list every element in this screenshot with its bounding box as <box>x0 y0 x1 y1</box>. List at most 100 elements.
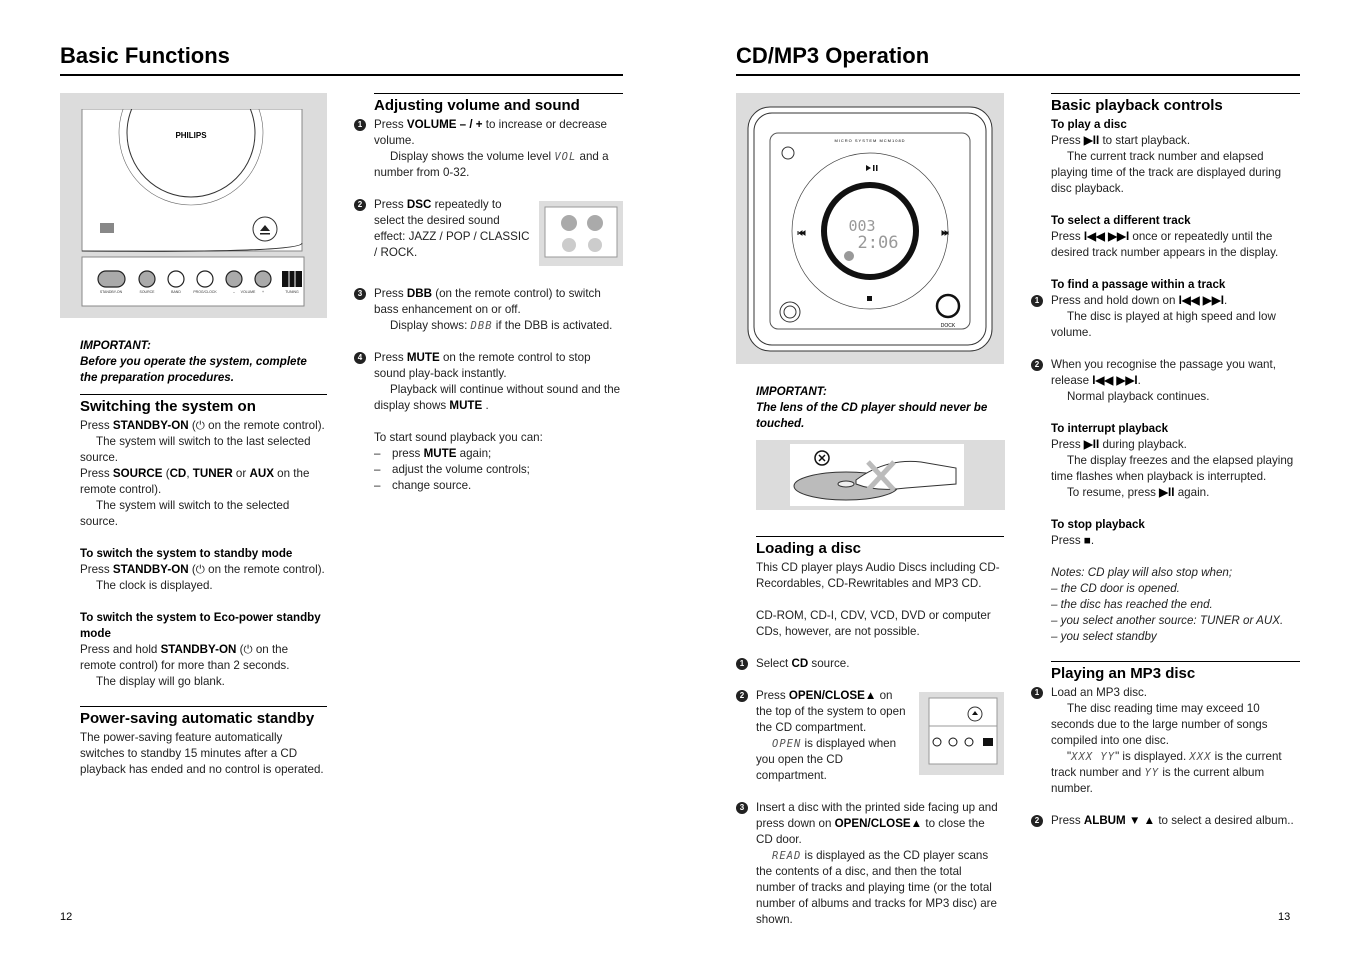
column-right-1: MICRO SYSTEM MCM108D 003 2:06 DOCK IMPORT… <box>736 93 1005 944</box>
bold-term: MUTE <box>449 399 483 412</box>
paragraph: Press I◀◀ ▶▶I once or repeatedly until t… <box>1051 229 1300 261</box>
list-item: adjust the volume controls; <box>374 462 623 478</box>
text-line: Press ■. <box>1051 534 1095 547</box>
important-notice: IMPORTANT: Before you operate the system,… <box>80 338 327 386</box>
bold-term: I◀◀ ▶▶I <box>1092 374 1138 387</box>
text-line: This CD player plays Audio Discs includi… <box>756 561 1000 590</box>
title-rule <box>736 74 1300 76</box>
numbered-step: 3 Press DBB (on the remote control) to sw… <box>354 286 623 334</box>
bold-term: OPEN/CLOSE▲ <box>788 689 877 702</box>
subheading: To find a passage within a track <box>1051 278 1226 291</box>
svg-text:–: – <box>233 290 235 294</box>
bold-term: I◀◀ ▶▶I <box>1083 230 1130 243</box>
bold-term: ■ <box>1083 534 1091 547</box>
bold-term: ALBUM ▼ ▲ <box>1083 814 1156 827</box>
display-readout: YY <box>1144 767 1160 779</box>
subheading: To select a different track <box>1051 214 1191 227</box>
svg-text:BAND: BAND <box>171 290 181 294</box>
numbered-step: 2 Press DSC repeatedly to select the des… <box>354 197 623 270</box>
text-line: Press ALBUM ▼ ▲ to select a desired albu… <box>1051 814 1294 827</box>
page-number-left: 12 <box>60 911 73 923</box>
text-line: Normal playback continues. <box>1067 390 1210 403</box>
subheading: To play a disc <box>1051 118 1127 131</box>
paragraph: Press STANDBY-ON (⏻ on the remote contro… <box>80 418 327 530</box>
bold-term: ▶II <box>1083 438 1100 451</box>
bold-term: CD <box>169 467 187 480</box>
text-line: Press I◀◀ ▶▶I once or repeatedly until t… <box>1051 230 1279 259</box>
text-line: Press DBB (on the remote control) to swi… <box>374 287 601 316</box>
text-line: Press STANDBY-ON (⏻ on the remote contro… <box>80 419 325 432</box>
bold-term: STANDBY-ON <box>160 643 237 656</box>
text-line: The system will switch to the selected s… <box>80 499 290 528</box>
svg-text:PROG/CLOCK: PROG/CLOCK <box>193 290 217 294</box>
page-title-left: Basic Functions <box>60 43 230 68</box>
section-heading: Playing an MP3 disc <box>1051 661 1300 683</box>
svg-text:DOCK: DOCK <box>941 323 956 329</box>
step-number-badge: 1 <box>354 119 366 131</box>
column-left-2: Adjusting volume and sound 1 Press VOLUME … <box>354 93 623 510</box>
notes: Notes: CD play will also stop when; – the… <box>1051 565 1300 645</box>
paragraph: CD-ROM, CD-I, CDV, VCD, DVD or computer … <box>756 608 1004 640</box>
numbered-step: 2 Press OPEN/CLOSE▲ on the top of the sy… <box>736 688 1004 784</box>
note-line: – you select standby <box>1051 630 1157 643</box>
text-line: Press and hold STANDBY-ON (⏻ on the remo… <box>80 643 290 672</box>
text-line: Press ▶II during playback. <box>1051 438 1187 451</box>
display-readout: READ <box>772 850 802 862</box>
step-number-badge: 2 <box>1031 359 1043 371</box>
subheading: To switch the system to Eco-power standb… <box>80 611 321 640</box>
text-line: The system will switch to the last selec… <box>80 435 311 464</box>
bold-term: TUNER <box>192 467 233 480</box>
subheading: To interrupt playback <box>1051 422 1169 435</box>
text-line: "XXX YY" is displayed. XXX is the curren… <box>1051 750 1282 795</box>
svg-text:VOLUME: VOLUME <box>241 290 256 294</box>
text-line: When you recognise the passage you want,… <box>1051 358 1276 387</box>
bold-term: STANDBY-ON <box>112 563 189 576</box>
paragraph: To start sound playback you can: press MU… <box>374 430 623 494</box>
note-line: – you select another source: TUNER or AU… <box>1051 614 1284 627</box>
svg-text:SOURCE: SOURCE <box>140 290 156 294</box>
text-line: The display will go blank. <box>96 675 225 688</box>
important-line: The lens of the CD player should never b… <box>756 401 988 430</box>
paragraph: This CD player plays Audio Discs includi… <box>756 560 1004 592</box>
text-line: Playback will continue without sound and… <box>374 383 621 412</box>
numbered-step: 1 Press and hold down on I◀◀ ▶▶I. The disc… <box>1031 293 1300 341</box>
numbered-step: 1 Select CD source. <box>736 656 1004 672</box>
text-line: Display shows: DBB if the DBB is activat… <box>390 319 613 332</box>
page-number-right: 13 <box>1278 911 1291 923</box>
section-heading: Switching the system on <box>80 394 327 416</box>
section-heading: Power-saving automatic standby <box>80 706 327 728</box>
do-not-touch-lens-illustration <box>756 440 1005 510</box>
bold-term: OPEN/CLOSE▲ <box>834 817 923 830</box>
text-line: The display freezes and the elapsed play… <box>1051 454 1294 483</box>
important-notice: IMPORTANT: The lens of the CD player shou… <box>756 384 1004 432</box>
text-line: The current track number and elapsed pla… <box>1051 150 1282 195</box>
svg-text:+: + <box>262 290 264 294</box>
paragraph: Press STANDBY-ON (⏻ on the remote contro… <box>80 562 327 594</box>
list-item: press MUTE again; <box>374 446 623 462</box>
text-line: To resume, press ▶II again. <box>1067 486 1210 499</box>
text-line: READ is displayed as the CD player scans… <box>756 849 997 926</box>
svg-text:TUNING: TUNING <box>285 290 299 294</box>
text-line: The clock is displayed. <box>96 579 213 592</box>
paragraph: Press ■. <box>1051 533 1300 549</box>
note-line: Notes: CD play will also stop when; <box>1051 566 1233 579</box>
step-number-badge: 2 <box>354 199 366 211</box>
bold-term: ▶II <box>1083 134 1100 147</box>
title-rule <box>60 74 623 76</box>
bold-term: AUX <box>249 467 274 480</box>
section-heading: Basic playback controls <box>1051 93 1300 115</box>
text-line: CD-ROM, CD-I, CDV, VCD, DVD or computer … <box>756 609 991 638</box>
paragraph: Press ▶II during playback. The display fr… <box>1051 437 1300 501</box>
numbered-step: 3 Insert a disc with the printed side fac… <box>736 800 1004 928</box>
bold-term: STANDBY-ON <box>112 419 189 432</box>
text-line: The disc reading time may exceed 10 seco… <box>1051 702 1268 747</box>
step-number-badge: 3 <box>736 802 748 814</box>
stereo-front-panel-illustration: PHILIPS STANDBY-ON SOURCE BAND PROG/CLOCK – V… <box>60 93 327 318</box>
bold-term: CD <box>791 657 809 670</box>
text-line: Insert a disc with the printed side faci… <box>756 801 998 846</box>
section-heading: Loading a disc <box>756 536 1004 558</box>
bold-term: I◀◀ ▶▶I <box>1178 294 1224 307</box>
step-number-badge: 4 <box>354 352 366 364</box>
display-readout: VOL <box>554 151 577 163</box>
step-number-badge: 1 <box>1031 687 1043 699</box>
